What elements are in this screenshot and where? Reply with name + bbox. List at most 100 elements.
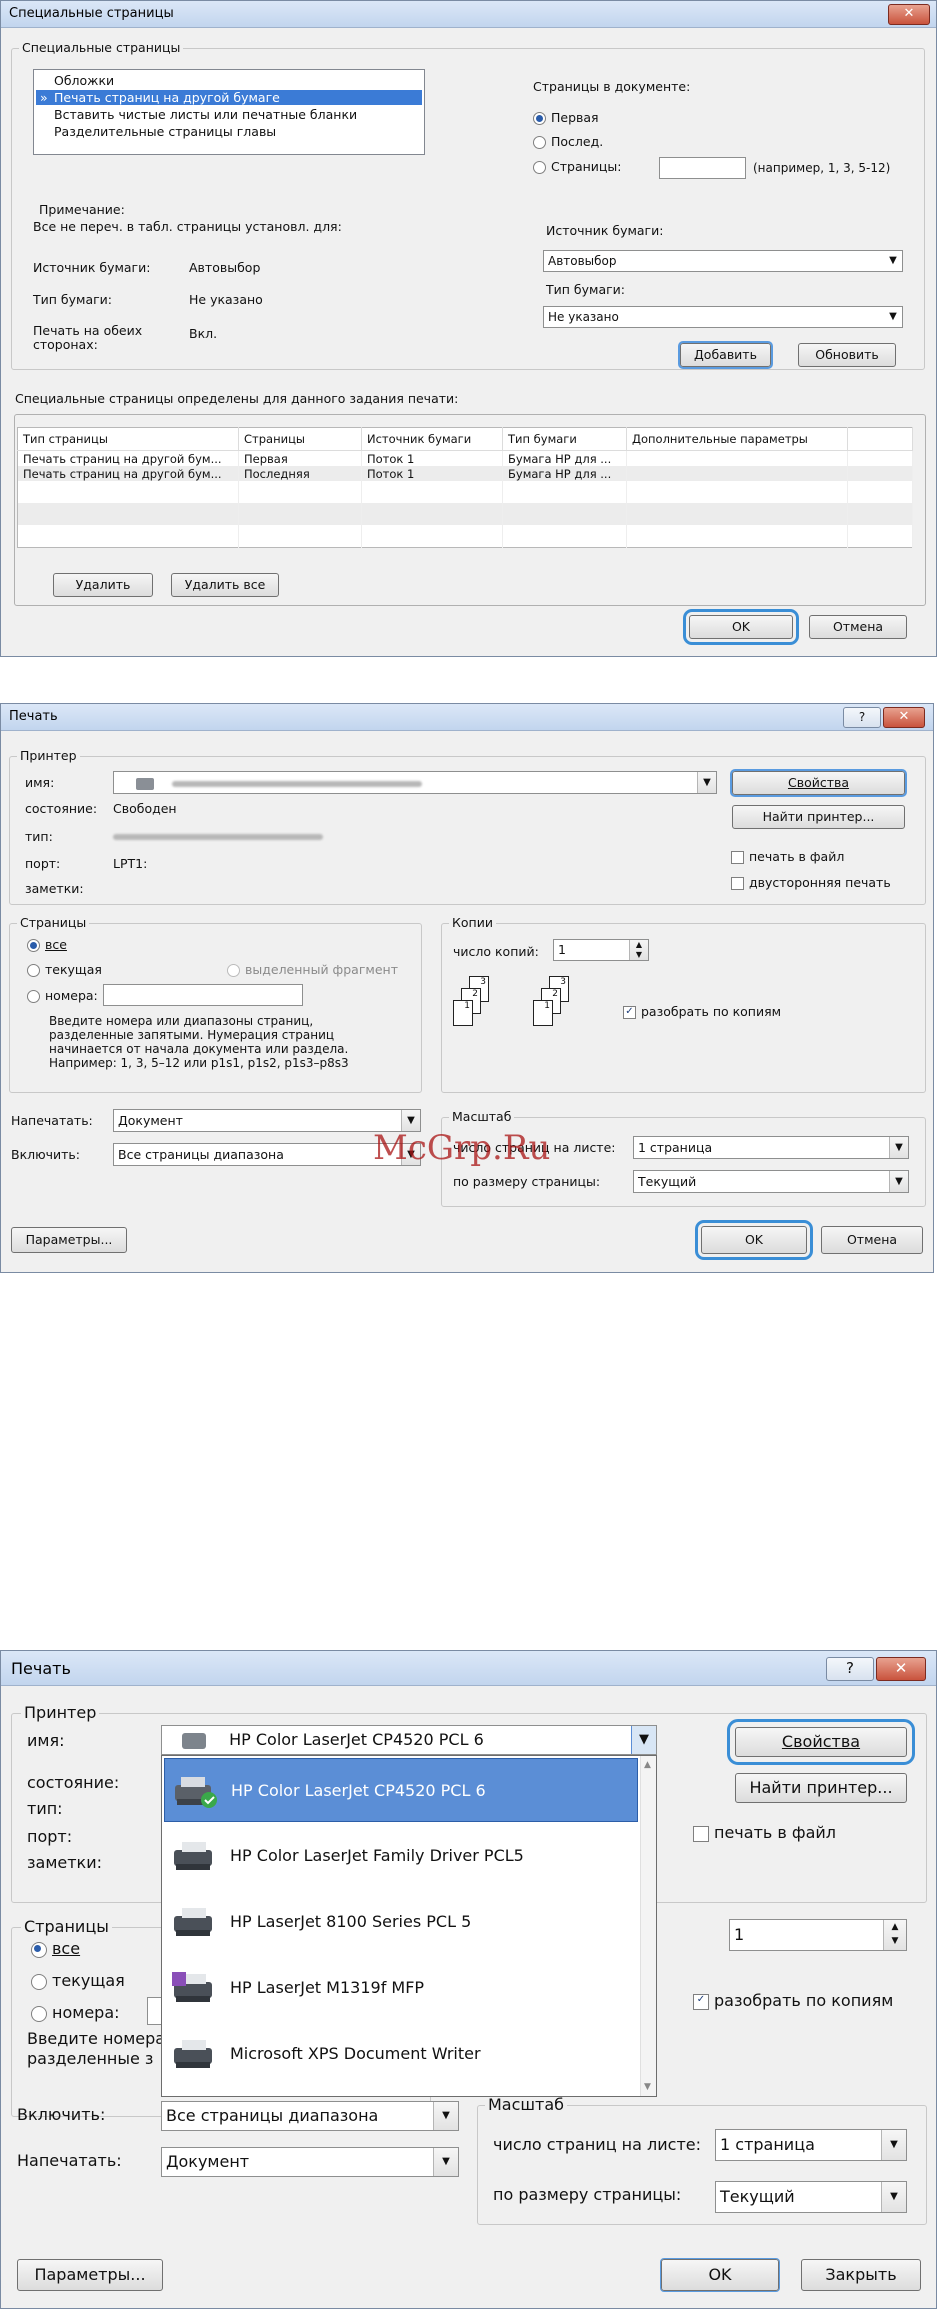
- list-item[interactable]: Разделительные страницы главы: [36, 124, 422, 139]
- collate-checkbox[interactable]: ✓ разобрать по копиям: [693, 1991, 893, 2010]
- printer-option[interactable]: HP Color LaserJet Family Driver PCL5: [164, 1824, 638, 1888]
- print-to-file-checkbox[interactable]: печать в файл: [693, 1823, 836, 1842]
- radio-last[interactable]: Послед.: [533, 134, 603, 149]
- radio-all[interactable]: все: [27, 937, 67, 952]
- table-header-row: Тип страницы Страницы Источник бумаги Ти…: [17, 427, 913, 451]
- dropdown-scrollbar[interactable]: ▲ ▼: [640, 1756, 656, 2096]
- delete-all-button[interactable]: Удалить все: [171, 573, 279, 597]
- radio-label: Послед.: [551, 134, 604, 149]
- column-header[interactable]: Дополнительные параметры: [626, 427, 848, 451]
- table-cell: Бумага HP для ...: [502, 450, 627, 466]
- collate-checkbox[interactable]: ✓ разобрать по копиям: [623, 1004, 781, 1019]
- cancel-button[interactable]: Отмена: [821, 1226, 923, 1254]
- pages-per-sheet-select[interactable]: 1 страница ▼: [715, 2129, 907, 2161]
- radio-all[interactable]: все: [31, 1939, 80, 1958]
- table-row[interactable]: Печать страниц на другой бум... Первая П…: [17, 450, 913, 466]
- list-item[interactable]: Обложки: [36, 73, 422, 88]
- paper-type-select[interactable]: Не указано ▼: [543, 306, 903, 328]
- close-button[interactable]: Закрыть: [801, 2259, 921, 2291]
- column-header[interactable]: Страницы: [238, 427, 362, 451]
- page-type-list[interactable]: Обложки » Печать страниц на другой бумаг…: [33, 69, 425, 155]
- close-icon[interactable]: ✕: [876, 1657, 926, 1681]
- defined-pages-table[interactable]: Тип страницы Страницы Источник бумаги Ти…: [17, 427, 913, 548]
- printer-option[interactable]: HP LaserJet 8100 Series PCL 5: [164, 1890, 638, 1954]
- note-text: Все не переч. в табл. страницы установл.…: [33, 219, 342, 234]
- page-numbers-input[interactable]: [103, 984, 303, 1006]
- select-value: 1 страница: [720, 2135, 815, 2154]
- radio-selection: выделенный фрагмент: [227, 962, 398, 977]
- option-label: HP LaserJet M1319f MFP: [230, 1978, 425, 1997]
- print-dialog-dropdown: Печать ? ✕ Принтер имя: HP Color LaserJe…: [0, 1650, 937, 2309]
- pages-input[interactable]: [659, 157, 746, 179]
- radio-current[interactable]: текущая: [27, 962, 102, 977]
- print-dialog: Печать ? ✕ Принтер имя: ▼ состояние: Сво…: [0, 703, 934, 1273]
- radio-current[interactable]: текущая: [31, 1971, 125, 1990]
- scale-select[interactable]: Текущий ▼: [715, 2181, 907, 2213]
- print-what-select[interactable]: Документ ▼: [161, 2147, 459, 2177]
- ok-button[interactable]: OK: [660, 2258, 780, 2292]
- properties-button[interactable]: Свойства: [730, 769, 907, 797]
- copies-value: 1: [558, 942, 566, 957]
- list-item[interactable]: Вставить чистые листы или печатные бланк…: [36, 107, 422, 122]
- printer-icon: [172, 1838, 218, 1874]
- printer-name-select[interactable]: ▼: [113, 771, 717, 794]
- radio-icon: [31, 1973, 47, 1990]
- column-header-empty: [847, 427, 913, 451]
- select-value: Документ: [166, 2152, 250, 2171]
- find-printer-button[interactable]: Найти принтер...: [732, 805, 905, 829]
- radio-numbers[interactable]: номера:: [31, 2003, 120, 2022]
- ok-button[interactable]: OK: [683, 609, 799, 645]
- scroll-down-icon[interactable]: ▼: [644, 2082, 651, 2092]
- close-icon[interactable]: ✕: [883, 707, 925, 728]
- properties-button[interactable]: Свойства: [727, 1719, 915, 1765]
- options-button[interactable]: Параметры...: [11, 1227, 127, 1253]
- help-icon[interactable]: ?: [843, 707, 881, 728]
- spinner-icon[interactable]: ▲ ▼: [629, 940, 648, 960]
- help-line: Введите номера: [27, 2029, 166, 2048]
- help-icon[interactable]: ?: [826, 1657, 874, 1681]
- radio-icon: [31, 2005, 47, 2022]
- cancel-button[interactable]: Отмена: [809, 615, 907, 639]
- column-header[interactable]: Тип страницы: [17, 427, 239, 451]
- chevron-down-icon[interactable]: ▼: [631, 1726, 656, 1754]
- close-icon[interactable]: ✕: [888, 4, 930, 25]
- copies-input[interactable]: 1 ▲ ▼: [729, 1919, 907, 1951]
- include-select[interactable]: Все страницы диапазона ▼: [161, 2101, 459, 2131]
- radio-icon: [533, 136, 546, 149]
- copies-input[interactable]: 1 ▲ ▼: [553, 939, 649, 961]
- printer-group-label: Принтер: [21, 1703, 100, 1722]
- spinner-icon[interactable]: ▲ ▼: [883, 1920, 906, 1950]
- find-printer-button[interactable]: Найти принтер...: [735, 1773, 907, 1803]
- chevron-down-icon[interactable]: ▼: [697, 772, 716, 793]
- scale-select[interactable]: Текущий ▼: [633, 1170, 909, 1193]
- duplex-checkbox[interactable]: двусторонняя печать: [731, 875, 891, 890]
- printer-name-select[interactable]: HP Color LaserJet CP4520 PCL 6 ▼: [161, 1725, 657, 1755]
- scroll-up-icon[interactable]: ▲: [644, 1760, 651, 1770]
- name-label: имя:: [27, 1731, 65, 1750]
- dialog-title: Печать: [9, 709, 58, 724]
- radio-first[interactable]: Первая: [533, 110, 599, 125]
- print-to-file-checkbox[interactable]: печать в файл: [731, 849, 844, 864]
- printer-name-blurred: [171, 780, 422, 787]
- printer-dropdown-list[interactable]: HP Color LaserJet CP4520 PCL 6 HP Color …: [161, 1755, 657, 2097]
- checkbox-label: двусторонняя печать: [749, 875, 891, 890]
- ok-button[interactable]: OK: [695, 1220, 813, 1260]
- table-cell: [626, 466, 848, 481]
- radio-numbers[interactable]: номера:: [27, 988, 98, 1003]
- column-header[interactable]: Тип бумаги: [502, 427, 627, 451]
- options-button[interactable]: Параметры...: [17, 2259, 163, 2291]
- pages-per-sheet-select[interactable]: 1 страница ▼: [633, 1136, 909, 1159]
- list-item-selected[interactable]: » Печать страниц на другой бумаге: [36, 90, 422, 105]
- table-row[interactable]: Печать страниц на другой бум... Последня…: [17, 466, 913, 481]
- radio-pages[interactable]: Страницы:: [533, 159, 622, 174]
- printer-option[interactable]: Microsoft XPS Document Writer: [164, 2022, 638, 2086]
- paper-source-select[interactable]: Автовыбор ▼: [543, 250, 903, 272]
- printer-option[interactable]: HP LaserJet M1319f MFP: [164, 1956, 638, 2020]
- printer-option[interactable]: HP Color LaserJet CP4520 PCL 6: [164, 1758, 638, 1822]
- chevron-down-icon: ▼: [433, 2102, 458, 2130]
- add-button[interactable]: Добавить: [678, 341, 773, 369]
- column-header[interactable]: Источник бумаги: [361, 427, 503, 451]
- delete-button[interactable]: Удалить: [53, 573, 153, 597]
- table-cell: Последняя: [238, 466, 362, 481]
- update-button[interactable]: Обновить: [798, 343, 896, 367]
